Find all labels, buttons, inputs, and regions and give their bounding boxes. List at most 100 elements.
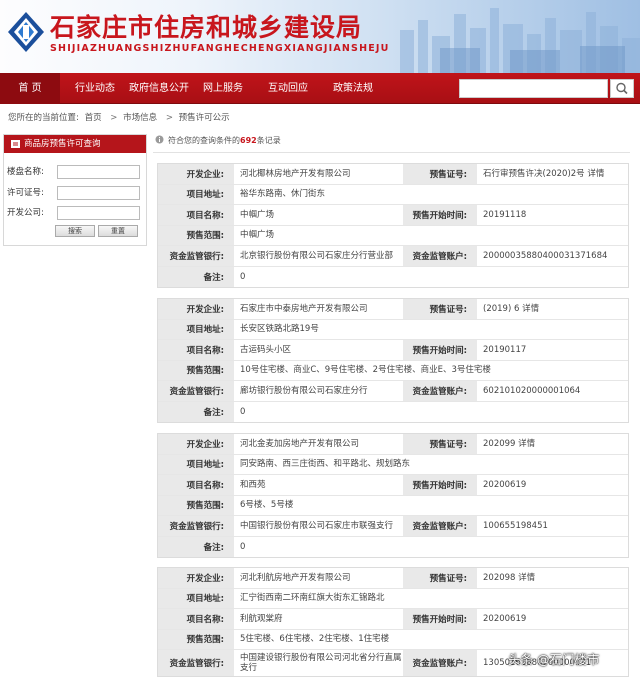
remark-value: 0 xyxy=(240,541,246,552)
info-icon xyxy=(155,135,164,144)
nav-home[interactable]: 首 页 xyxy=(0,73,60,104)
developer-label: 开发企业: xyxy=(158,299,234,319)
presale-record: 开发企业: 河北金麦加房地产开发有限公司 预售证号: 202099 详情 项目地… xyxy=(157,433,629,558)
record-row: 开发企业: 石家庄市中泰房地产开发有限公司 预售证号: (2019) 6 详情 xyxy=(158,299,628,320)
site-search-button[interactable] xyxy=(610,79,634,98)
record-row: 项目地址: 同安路南、西三庄街西、和平路北、规划路东 xyxy=(158,454,628,475)
fund-bank-label: 资金监管银行: xyxy=(158,381,234,401)
address-label: 项目地址: xyxy=(158,588,234,608)
nav-industry-news[interactable]: 行业动态 xyxy=(68,73,122,104)
permit-number-input[interactable] xyxy=(57,186,140,200)
results-divider xyxy=(153,152,630,153)
project-name-label: 项目名称: xyxy=(158,340,234,360)
breadcrumb-home[interactable]: 首页 xyxy=(85,113,102,123)
site-subtitle: SHIJIAZHUANGSHIZHUFANGHECHENGXIANGJIANSH… xyxy=(50,43,390,54)
permit-number-link[interactable]: 202098 详情 xyxy=(477,568,628,588)
presale-start-value: 20190117 xyxy=(483,344,527,355)
presale-start-label: 预售开始时间: xyxy=(403,609,477,629)
result-count-suffix: 条记录 xyxy=(256,136,281,145)
query-search-button[interactable]: 搜索 xyxy=(55,225,95,237)
fund-bank-value: 中国银行股份有限公司石家庄市联强支行 xyxy=(240,520,394,531)
fund-account-value: 602101020000001064 xyxy=(483,385,581,396)
address-value: 同安路南、西三庄街西、和平路北、规划路东 xyxy=(240,459,411,470)
address-label: 项目地址: xyxy=(158,454,234,474)
record-row: 项目名称: 利航观棠府 预售开始时间: 20200619 xyxy=(158,609,628,630)
query-reset-button[interactable]: 重置 xyxy=(98,225,138,237)
developer-value: 河北利航房地产开发有限公司 xyxy=(240,572,351,583)
fund-bank-label: 资金监管银行: xyxy=(158,650,234,676)
developer-label: 开发企业: xyxy=(158,434,234,454)
fund-bank-value: 北京银行股份有限公司石家庄分行营业部 xyxy=(240,250,394,261)
project-name-label: 项目名称: xyxy=(158,205,234,225)
fund-account-label: 资金监管账户: xyxy=(403,516,477,536)
permit-number-label: 预售证号: xyxy=(403,164,477,184)
fund-bank-value: 廊坊银行股份有限公司石家庄分行 xyxy=(240,385,368,396)
query-row-permit: 许可证号: xyxy=(7,186,147,200)
query-panel-title: 商品房预售许可查询 xyxy=(24,139,101,149)
developer-label: 开发企业: xyxy=(158,568,234,588)
fund-account-value: 20000035880400031371684 xyxy=(483,250,608,261)
project-name-value: 和西苑 xyxy=(240,479,266,490)
address-label: 项目地址: xyxy=(158,184,234,204)
project-name-label: 项目名称: xyxy=(158,609,234,629)
permit-number-link[interactable]: (2019) 6 详情 xyxy=(477,299,628,319)
project-name-label: 楼盘名称: xyxy=(7,167,44,177)
remark-label: 备注: xyxy=(158,266,234,287)
fund-bank-label: 资金监管银行: xyxy=(158,246,234,266)
breadcrumb-separator: > xyxy=(165,113,173,123)
breadcrumb-prefix: 您所在的当前位置: xyxy=(8,113,79,123)
project-name-label: 项目名称: xyxy=(158,475,234,495)
project-name-value: 利航观棠府 xyxy=(240,613,283,624)
record-row: 预售范围: 6号楼、5号楼 xyxy=(158,495,628,516)
record-row: 资金监管银行: 中国银行股份有限公司石家庄市联强支行 资金监管账户: 10065… xyxy=(158,516,628,537)
address-label: 项目地址: xyxy=(158,319,234,339)
record-row: 开发企业: 河北金麦加房地产开发有限公司 预售证号: 202099 详情 xyxy=(158,434,628,455)
record-row: 备注: 0 xyxy=(158,401,628,422)
fund-account-value: 100655198451 xyxy=(483,520,548,531)
presale-scope-value: 6号楼、5号楼 xyxy=(240,500,294,511)
result-count-number: 692 xyxy=(240,136,257,145)
breadcrumb-market-info[interactable]: 市场信息 xyxy=(123,113,157,123)
record-row: 项目名称: 古运码头小区 预售开始时间: 20190117 xyxy=(158,340,628,361)
result-count-prefix: 符合您的查询条件的 xyxy=(168,136,240,145)
remark-value: 0 xyxy=(240,406,246,417)
nav-policies[interactable]: 政策法规 xyxy=(327,73,379,104)
project-name-input[interactable] xyxy=(57,165,140,179)
address-value: 裕华东路南、休门街东 xyxy=(240,189,326,200)
permit-number-label: 预售证号: xyxy=(403,434,477,454)
record-row: 项目地址: 汇宁街西南二环南红旗大街东汇锦路北 xyxy=(158,588,628,609)
source-watermark: 头条 @石门楼市 xyxy=(508,652,600,667)
remark-label: 备注: xyxy=(158,401,234,422)
breadcrumb-presale-permits[interactable]: 预售许可公示 xyxy=(179,113,230,123)
presale-scope-label: 预售范围: xyxy=(158,629,234,649)
breadcrumb: 您所在的当前位置: 首页 > 市场信息 > 预售许可公示 xyxy=(8,111,233,125)
address-value: 长安区铁路北路19号 xyxy=(240,324,319,335)
permit-number-link[interactable]: 202099 详情 xyxy=(477,434,628,454)
presale-scope-label: 预售范围: xyxy=(158,360,234,380)
address-value: 汇宁街西南二环南红旗大街东汇锦路北 xyxy=(240,593,385,604)
project-name-value: 古运码头小区 xyxy=(240,344,292,355)
permit-number-link[interactable]: 石行审预售许决(2020)2号 详情 xyxy=(477,164,628,184)
query-row-project: 楼盘名称: xyxy=(7,165,147,179)
presale-scope-value: 5住宅楼、6住宅楼、2住宅楼、1住宅楼 xyxy=(240,634,390,645)
nav-gov-info[interactable]: 政府信息公开 xyxy=(126,73,192,104)
presale-scope-label: 预售范围: xyxy=(158,495,234,515)
main-nav: 首 页 行业动态 政府信息公开 网上服务 互动回应 政策法规 xyxy=(0,73,640,104)
record-row: 开发企业: 河北椰林房地产开发有限公司 预售证号: 石行审预售许决(2020)2… xyxy=(158,164,628,185)
developer-input[interactable] xyxy=(57,206,140,220)
remark-value: 0 xyxy=(240,271,246,282)
site-search-input[interactable] xyxy=(459,79,608,98)
fund-account-label: 资金监管账户: xyxy=(403,381,477,401)
presale-start-value: 20191118 xyxy=(483,209,527,220)
query-row-developer: 开发公司: xyxy=(7,206,147,220)
nav-interaction[interactable]: 互动回应 xyxy=(262,73,314,104)
presale-record: 开发企业: 河北椰林房地产开发有限公司 预售证号: 石行审预售许决(2020)2… xyxy=(157,163,629,288)
developer-value: 石家庄市中泰房地产开发有限公司 xyxy=(240,303,368,314)
permit-number-label: 许可证号: xyxy=(7,188,44,198)
nav-online-services[interactable]: 网上服务 xyxy=(197,73,249,104)
developer-label: 开发公司: xyxy=(7,208,44,218)
remark-label: 备注: xyxy=(158,536,234,557)
record-row: 备注: 0 xyxy=(158,536,628,557)
fund-account-label: 资金监管账户: xyxy=(403,650,477,676)
presale-scope-value: 10号住宅楼、商业C、9号住宅楼、2号住宅楼、商业E、3号住宅楼 xyxy=(240,365,491,376)
